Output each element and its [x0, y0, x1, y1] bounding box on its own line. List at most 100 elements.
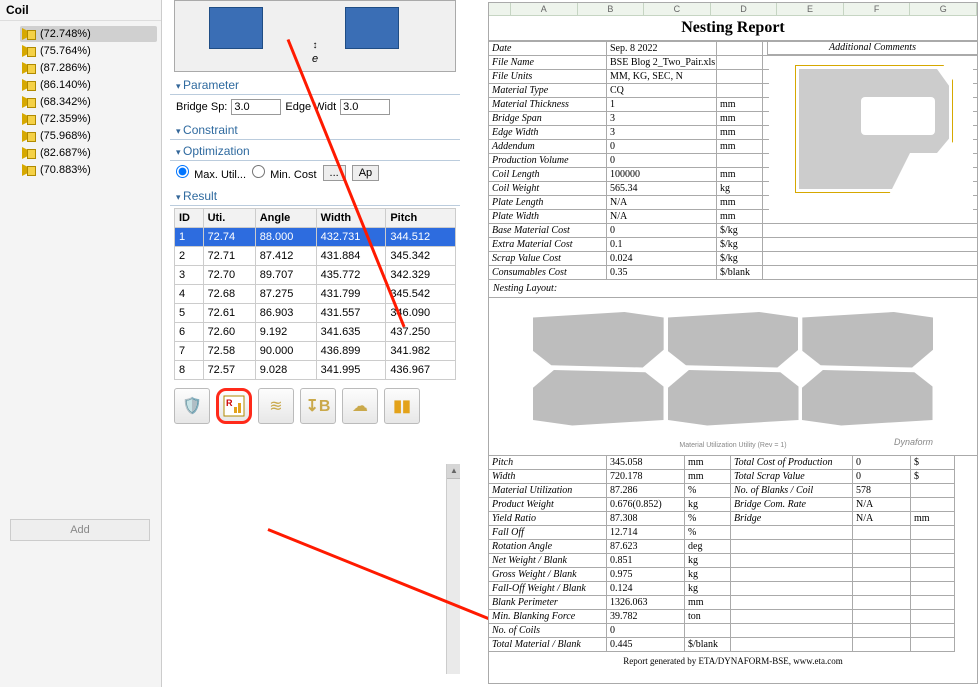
- info-value: CQ: [607, 84, 717, 97]
- summary-value: ton: [685, 610, 731, 624]
- result-cell: 436.967: [386, 361, 456, 380]
- info-row: Plate WidthN/Amm: [489, 209, 977, 223]
- result-cell: 72.58: [203, 342, 255, 361]
- parameter-section-head[interactable]: Parameter: [170, 76, 460, 95]
- sheet-col-head[interactable]: E: [777, 3, 844, 15]
- min-cost-radio[interactable]: [252, 165, 265, 178]
- bend-icon: ↧B: [306, 396, 331, 416]
- summary-key: [731, 582, 853, 596]
- info-row: Consumables Cost0.35$/blank: [489, 265, 977, 279]
- scroll-up-icon[interactable]: ▲: [450, 466, 458, 475]
- result-col-header[interactable]: Uti.: [203, 209, 255, 228]
- sheet-col-head[interactable]: F: [844, 3, 911, 15]
- sheet-col-head[interactable]: B: [578, 3, 645, 15]
- coil-tree-item[interactable]: (82.687%): [20, 145, 157, 161]
- result-row[interactable]: 672.609.192341.635437.250: [175, 323, 456, 342]
- coil-tree-item[interactable]: (87.286%): [20, 60, 157, 76]
- info-value: 0.024: [607, 252, 717, 265]
- result-row[interactable]: 872.579.028341.995436.967: [175, 361, 456, 380]
- summary-value: mm: [685, 456, 731, 470]
- coil-item-label: (72.748%): [40, 28, 91, 40]
- report-tool-button[interactable]: R: [216, 388, 252, 424]
- nesting-layout-canvas: Dynaform Material Utilization Utility (R…: [489, 298, 977, 456]
- summary-value: mm: [685, 596, 731, 610]
- result-cell: 341.982: [386, 342, 456, 361]
- coil-tree-item[interactable]: (75.968%): [20, 128, 157, 144]
- info-value: 0: [607, 140, 717, 153]
- cloud-tool-button[interactable]: ☁: [342, 388, 378, 424]
- coil-item-label: (75.764%): [40, 45, 91, 57]
- max-util-radio[interactable]: [176, 165, 189, 178]
- shield-tool-button[interactable]: 🛡️: [174, 388, 210, 424]
- result-col-header[interactable]: ID: [175, 209, 204, 228]
- nest-part-icon: [802, 370, 933, 426]
- coil-tree-item[interactable]: (70.883%): [20, 162, 157, 178]
- callout-line-icon: [267, 528, 515, 630]
- summary-key: [731, 568, 853, 582]
- coil-icon: [22, 147, 36, 159]
- info-value: MM, KG, SEC, N: [607, 70, 717, 83]
- part-shape-icon: [799, 69, 949, 189]
- result-cell: 345.542: [386, 285, 456, 304]
- sheet-col-head[interactable]: C: [644, 3, 711, 15]
- result-col-header[interactable]: Width: [316, 209, 386, 228]
- coil-item-label: (75.968%): [40, 130, 91, 142]
- result-section-head[interactable]: Result: [170, 187, 460, 206]
- info-key: File Name: [489, 56, 607, 69]
- sheet-col-head[interactable]: G: [910, 3, 977, 15]
- summary-value: [911, 638, 955, 652]
- coil-tree-item[interactable]: (72.748%): [20, 26, 157, 42]
- result-row[interactable]: 772.5890.000436.899341.982: [175, 342, 456, 361]
- result-row[interactable]: 272.7187.412431.884345.342: [175, 247, 456, 266]
- wave-icon: ≋: [269, 396, 282, 416]
- result-row[interactable]: 372.7089.707435.772342.329: [175, 266, 456, 285]
- bridge-span-input[interactable]: [231, 99, 281, 115]
- info-value: BSE Blog 2_Two_Pair.xls: [607, 56, 717, 69]
- sheet-col-head[interactable]: A: [511, 3, 578, 15]
- wave-tool-button[interactable]: ≋: [258, 388, 294, 424]
- result-col-header[interactable]: Angle: [255, 209, 316, 228]
- sheet-col-head[interactable]: D: [711, 3, 778, 15]
- info-key: Material Thickness: [489, 98, 607, 111]
- result-row[interactable]: 472.6887.275431.799345.542: [175, 285, 456, 304]
- result-cell: 1: [175, 228, 204, 247]
- summary-key: [731, 638, 853, 652]
- coil-icon: [22, 62, 36, 74]
- sheet-col-head[interactable]: [489, 3, 511, 15]
- gap-arrow-icon: ↕: [313, 40, 318, 51]
- align-tool-button[interactable]: ▮▮: [384, 388, 420, 424]
- add-button[interactable]: Add: [10, 519, 150, 541]
- result-cell: 72.61: [203, 304, 255, 323]
- constraint-section-head[interactable]: Constraint: [170, 121, 460, 140]
- apply-button[interactable]: Ap: [352, 165, 379, 181]
- coil-tree-item[interactable]: (68.342%): [20, 94, 157, 110]
- summary-value: 578: [853, 484, 911, 498]
- info-unit: mm: [717, 140, 763, 153]
- summary-value: 39.782: [607, 610, 685, 624]
- result-cell: 435.772: [316, 266, 386, 285]
- coil-tree-item[interactable]: (72.359%): [20, 111, 157, 127]
- result-cell: 431.557: [316, 304, 386, 323]
- summary-value: %: [685, 526, 731, 540]
- min-cost-radio-label[interactable]: Min. Cost: [252, 165, 317, 181]
- summary-key: Net Weight / Blank: [489, 554, 607, 568]
- edge-width-input[interactable]: [340, 99, 390, 115]
- bend-tool-button[interactable]: ↧B: [300, 388, 336, 424]
- result-col-header[interactable]: Pitch: [386, 209, 456, 228]
- info-row: Scrap Value Cost0.024$/kg: [489, 251, 977, 265]
- info-key: Coil Weight: [489, 182, 607, 195]
- coil-tree-item[interactable]: (75.764%): [20, 43, 157, 59]
- summary-key: Product Weight: [489, 498, 607, 512]
- info-key: Date: [489, 42, 607, 55]
- edge-width-label: Edge Widt: [285, 101, 336, 113]
- result-row[interactable]: 572.6186.903431.557346.090: [175, 304, 456, 323]
- info-value: 3: [607, 126, 717, 139]
- coil-tree-item[interactable]: (86.140%): [20, 77, 157, 93]
- scrollbar[interactable]: ▲: [446, 464, 460, 674]
- optimization-section-head[interactable]: Optimization: [170, 142, 460, 161]
- properties-panel: ↕ e Parameter Bridge Sp: Edge Widt Const…: [170, 0, 460, 430]
- max-util-radio-label[interactable]: Max. Util...: [176, 165, 246, 181]
- result-cell: 86.903: [255, 304, 316, 323]
- result-row[interactable]: 172.7488.000432.731344.512: [175, 228, 456, 247]
- summary-key: Total Cost of Production: [731, 456, 853, 470]
